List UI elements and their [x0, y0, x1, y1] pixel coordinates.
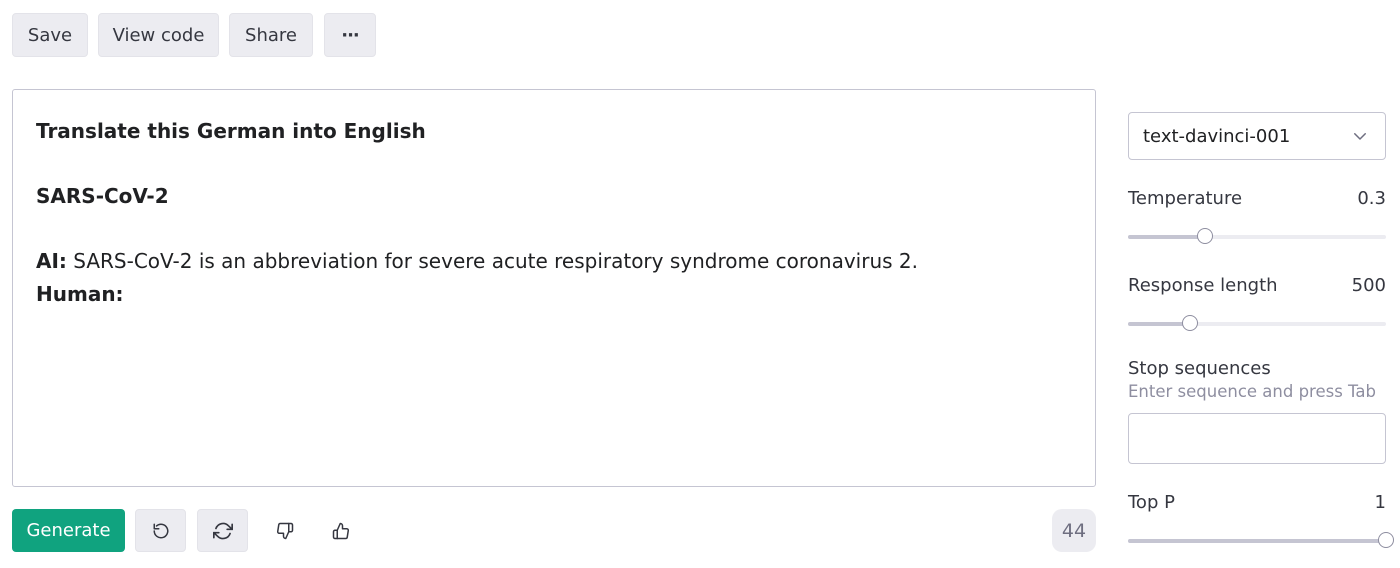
top-p-label: Top P — [1128, 492, 1175, 513]
prompt-editor[interactable]: Translate this German into English SARS-… — [12, 89, 1096, 487]
human-speaker-label: Human: — [36, 281, 124, 306]
stop-sequences-label: Stop sequences — [1128, 358, 1271, 379]
top-p-value: 1 — [1374, 492, 1386, 513]
undo-button[interactable] — [135, 509, 186, 552]
generate-button[interactable]: Generate — [12, 509, 125, 552]
response-length-label: Response length — [1128, 275, 1278, 296]
thumbs-down-icon — [276, 522, 294, 540]
temperature-slider-thumb[interactable] — [1197, 228, 1214, 244]
temperature-value: 0.3 — [1357, 188, 1386, 209]
ai-response-line: AI: SARS-CoV-2 is an abbreviation for se… — [36, 245, 1072, 278]
more-options-button[interactable]: ··· — [324, 13, 376, 57]
response-length-value: 500 — [1351, 275, 1386, 296]
response-length-slider-fill — [1128, 322, 1190, 326]
ai-speaker-label: AI: — [36, 249, 67, 273]
regenerate-icon — [212, 521, 233, 541]
response-length-slider[interactable] — [1128, 315, 1386, 331]
thumbs-up-icon — [332, 522, 350, 540]
prompt-title: Translate this German into English — [36, 119, 426, 143]
model-select[interactable]: text-davinci-001 — [1128, 112, 1386, 160]
regenerate-button[interactable] — [197, 509, 248, 552]
temperature-label: Temperature — [1128, 188, 1243, 209]
thumbs-down-button[interactable] — [260, 509, 310, 552]
stop-sequences-hint: Enter sequence and press Tab — [1128, 382, 1376, 401]
view-code-button[interactable]: View code — [98, 13, 219, 57]
model-select-value: text-davinci-001 — [1143, 125, 1291, 147]
thumbs-up-button[interactable] — [316, 509, 366, 552]
share-button[interactable]: Share — [229, 13, 313, 57]
top-p-slider-fill — [1128, 539, 1386, 543]
chevron-down-icon — [1351, 127, 1369, 145]
temperature-slider[interactable] — [1128, 228, 1386, 244]
top-p-slider[interactable] — [1128, 532, 1394, 548]
response-length-slider-thumb[interactable] — [1181, 315, 1198, 331]
top-p-slider-thumb[interactable] — [1378, 532, 1394, 548]
prompt-input-text: SARS-CoV-2 — [36, 184, 169, 208]
token-count-badge: 44 — [1052, 509, 1096, 552]
more-icon: ··· — [341, 24, 359, 46]
save-button[interactable]: Save — [12, 13, 88, 57]
stop-sequences-input[interactable] — [1128, 413, 1386, 464]
ai-response-text: SARS-CoV-2 is an abbreviation for severe… — [66, 249, 918, 273]
temperature-slider-fill — [1128, 235, 1206, 239]
undo-icon — [152, 522, 170, 540]
